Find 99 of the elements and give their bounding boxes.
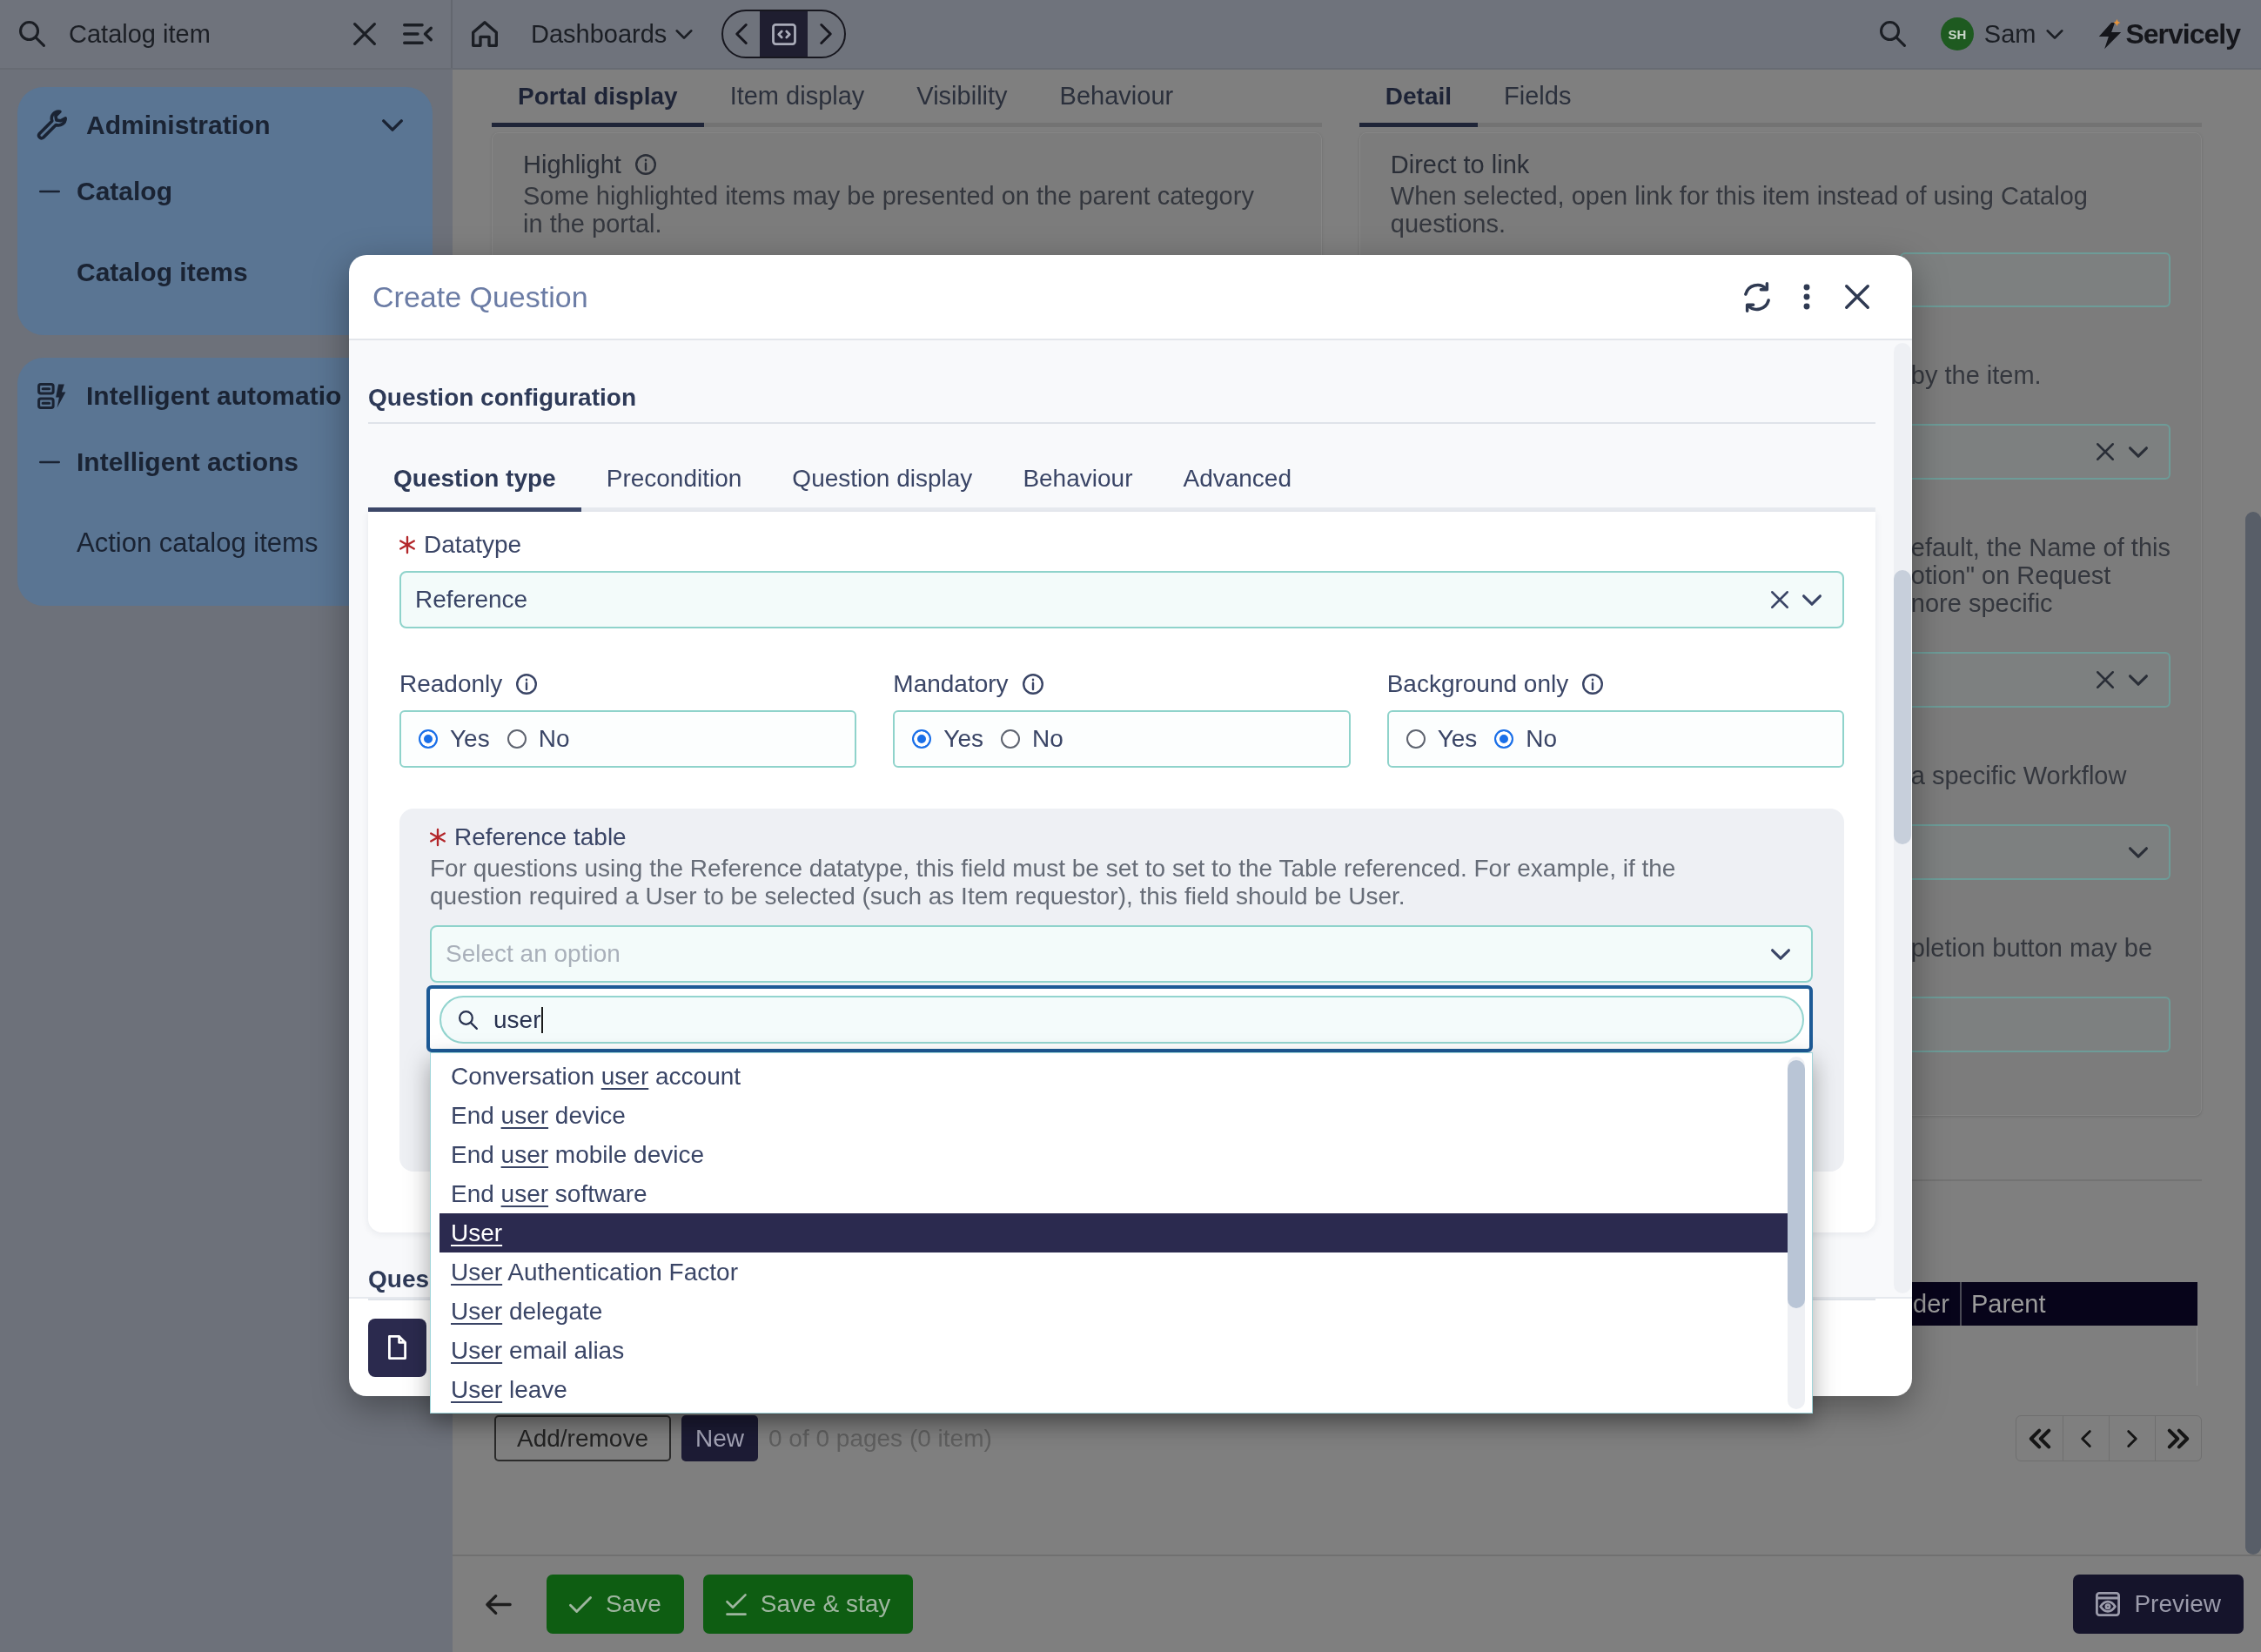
add-remove-button[interactable]: Add/remove bbox=[494, 1415, 671, 1461]
field-label: Datatype bbox=[424, 531, 522, 559]
text-cursor-icon bbox=[541, 1006, 544, 1033]
radio-option[interactable]: No bbox=[1494, 725, 1558, 753]
close-icon[interactable] bbox=[1845, 285, 1869, 309]
field-description: Some highlighted items may be presented on the parent category in the portal. bbox=[523, 182, 1255, 238]
dropdown-option[interactable]: User bbox=[439, 1213, 1788, 1252]
dashboards-menu[interactable]: Dashboards bbox=[531, 19, 694, 49]
search-field[interactable]: user bbox=[439, 996, 1804, 1044]
field-description: For questions using the Reference datatype, this field must be set to set to the Table referenced. For example, if the question required a User to be selected (such as Item requestor), this field should be User. bbox=[430, 855, 1677, 910]
dropdown-option[interactable]: End user software bbox=[439, 1174, 1788, 1213]
chevron-left-icon bbox=[2081, 1429, 2091, 1447]
refresh-icon[interactable] bbox=[1744, 281, 1770, 312]
chevron-down-icon bbox=[2129, 674, 2148, 686]
user-menu[interactable]: SH Sam bbox=[1940, 17, 2064, 50]
home-icon[interactable] bbox=[472, 21, 498, 47]
dropdown-option[interactable]: User leave bbox=[439, 1370, 1788, 1409]
code-icon bbox=[771, 23, 796, 45]
text-field[interactable] bbox=[1899, 252, 2170, 307]
check-underline-icon bbox=[725, 1593, 747, 1615]
scrollbar-thumb[interactable] bbox=[1894, 570, 1911, 844]
clear-icon[interactable] bbox=[353, 23, 376, 45]
chevron-down-icon bbox=[1771, 948, 1790, 960]
radio-option[interactable]: Yes bbox=[419, 725, 490, 753]
dropdown-option[interactable]: User email alias bbox=[439, 1331, 1788, 1370]
field-label: Readonly bbox=[399, 670, 503, 698]
chevron-right-icon bbox=[2127, 1429, 2137, 1447]
scrollbar-thumb[interactable] bbox=[2245, 512, 2261, 1555]
tab[interactable]: Question display bbox=[767, 449, 998, 512]
brand-name: Servicely bbox=[2125, 17, 2240, 50]
column-header[interactable]: Parent bbox=[1960, 1282, 2197, 1326]
chevron-down-icon bbox=[1802, 594, 1822, 606]
field-description: a specific Workflow bbox=[1910, 762, 2127, 789]
preview-button[interactable]: Preview bbox=[2073, 1575, 2244, 1634]
automation-icon bbox=[37, 383, 67, 409]
double-chevron-right-icon bbox=[2168, 1428, 2189, 1448]
tab[interactable]: Behaviour bbox=[997, 449, 1158, 512]
search-icon bbox=[459, 1010, 478, 1030]
code-view-button[interactable] bbox=[760, 11, 808, 57]
check-icon bbox=[569, 1595, 592, 1613]
chevron-left-icon bbox=[735, 24, 748, 44]
chevron-down-icon bbox=[2129, 446, 2148, 458]
minus-icon[interactable] bbox=[39, 460, 60, 464]
tab[interactable]: Advanced bbox=[1157, 449, 1317, 512]
chevron-right-icon bbox=[820, 24, 833, 44]
search-field[interactable]: Catalog item bbox=[19, 0, 353, 68]
section-heading: Ques bbox=[368, 1266, 430, 1293]
dialog-title: Create Question bbox=[372, 279, 588, 314]
dropdown-option[interactable]: User delegate bbox=[439, 1292, 1788, 1331]
field-description: When selected, open link for this item instead of using Catalog questions. bbox=[1390, 182, 2089, 238]
chevron-down-icon bbox=[2046, 29, 2064, 39]
minus-icon[interactable] bbox=[39, 190, 60, 193]
radio-option[interactable]: Yes bbox=[1406, 725, 1478, 753]
logo-icon bbox=[2098, 18, 2123, 50]
dropdown-option[interactable]: Conversation user account bbox=[439, 1057, 1788, 1096]
search-icon[interactable] bbox=[1879, 21, 1906, 47]
field-label: Mandatory bbox=[893, 670, 1009, 698]
field-description: by the item. bbox=[1910, 361, 2042, 389]
eye-window-icon bbox=[2096, 1592, 2121, 1616]
user-avatar: SH bbox=[1940, 17, 1974, 50]
tab[interactable]: Detail bbox=[1359, 70, 1479, 127]
field-description: efault, the Name of this bbox=[1910, 534, 2170, 561]
radio-option[interactable]: No bbox=[507, 725, 570, 753]
new-button[interactable]: New bbox=[681, 1415, 758, 1461]
file-icon bbox=[388, 1335, 406, 1360]
field-label: Direct to link bbox=[1390, 151, 1530, 178]
info-icon bbox=[1582, 674, 1604, 695]
save-and-stay-button[interactable]: Save & stay bbox=[702, 1575, 914, 1634]
search-icon bbox=[19, 21, 45, 47]
chevron-down-icon bbox=[675, 29, 694, 39]
select-field[interactable]: Reference bbox=[399, 571, 1844, 628]
clear-icon[interactable] bbox=[1771, 591, 1788, 608]
radio-option[interactable]: No bbox=[1001, 725, 1063, 753]
radio-option[interactable]: Yes bbox=[912, 725, 983, 753]
field-description: otion" on Request bbox=[1910, 561, 2111, 589]
info-icon bbox=[516, 674, 538, 695]
more-icon[interactable] bbox=[1803, 284, 1810, 310]
tab[interactable]: Portal display bbox=[492, 70, 704, 127]
field-label: Highlight bbox=[523, 151, 621, 178]
menu-collapse-icon[interactable] bbox=[403, 24, 433, 44]
dropdown-option[interactable]: User Authentication Factor bbox=[439, 1252, 1788, 1292]
field-label: Background only bbox=[1386, 670, 1569, 698]
field-label: Reference table bbox=[454, 823, 627, 851]
field-description: pletion button may be bbox=[1910, 934, 2153, 962]
document-button[interactable] bbox=[368, 1318, 426, 1377]
back-arrow-icon[interactable] bbox=[486, 1594, 512, 1615]
info-icon bbox=[634, 154, 656, 175]
wrench-icon bbox=[37, 111, 67, 140]
dropdown-option[interactable]: End user device bbox=[439, 1096, 1788, 1135]
chevron-down-icon bbox=[2129, 846, 2148, 858]
save-button[interactable]: Save bbox=[547, 1575, 684, 1634]
section-heading: Question configuration bbox=[368, 384, 636, 411]
scrollbar-thumb[interactable] bbox=[1788, 1060, 1805, 1308]
double-chevron-left-icon bbox=[2029, 1428, 2050, 1448]
tab[interactable]: Precondition bbox=[580, 449, 768, 512]
field-description: nore specific bbox=[1910, 589, 2053, 617]
dropdown-option[interactable]: End user mobile device bbox=[439, 1135, 1788, 1174]
info-icon bbox=[1022, 674, 1043, 695]
chevron-down-icon[interactable] bbox=[382, 119, 403, 131]
